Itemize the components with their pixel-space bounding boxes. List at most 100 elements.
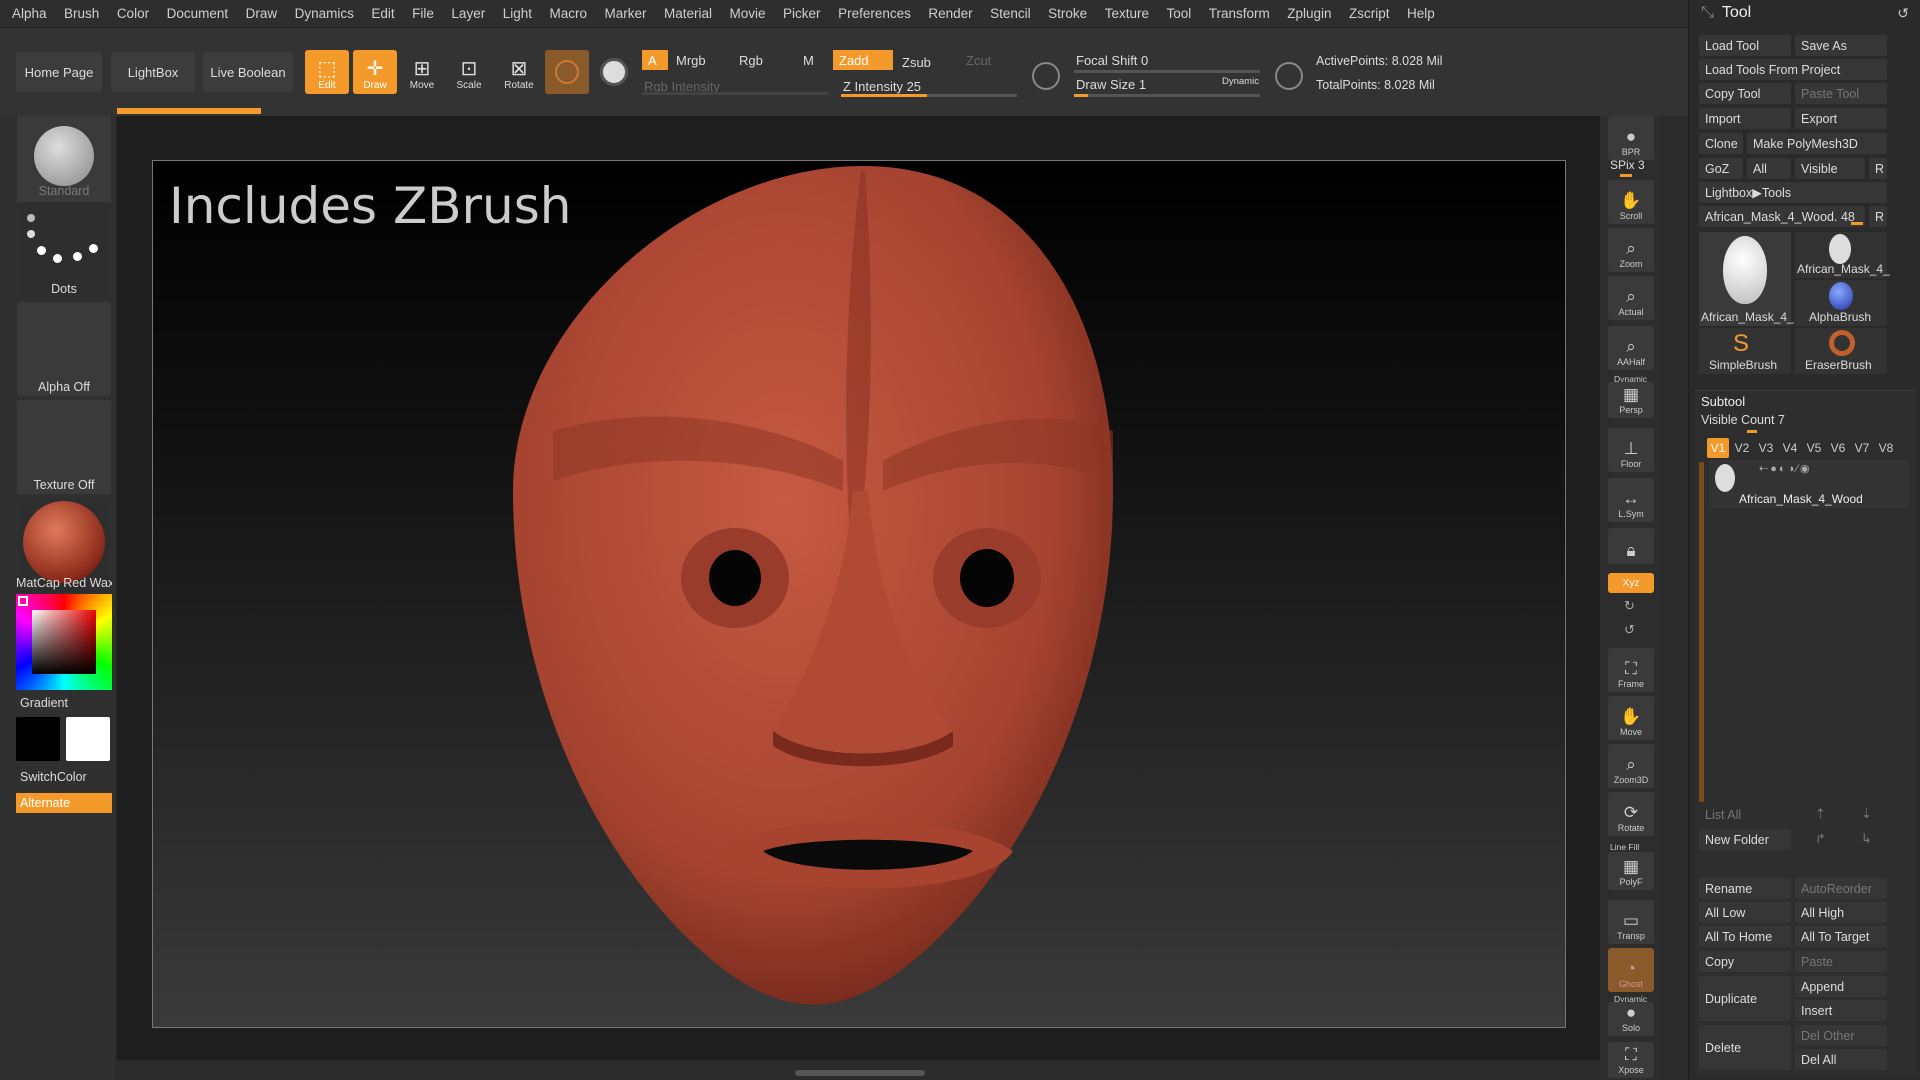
actual-button[interactable]: ⌕ Actual bbox=[1608, 276, 1654, 320]
spix-slider[interactable]: SPix 3 bbox=[1610, 158, 1645, 172]
document-canvas[interactable]: Includes ZBrush bbox=[152, 160, 1566, 1028]
menu-item[interactable]: Render bbox=[928, 6, 972, 21]
menu-item[interactable]: Zscript bbox=[1349, 6, 1390, 21]
rename-button[interactable]: Rename bbox=[1699, 878, 1791, 899]
save-as-button[interactable]: Save As bbox=[1795, 35, 1887, 56]
copy-tool-button[interactable]: Copy Tool bbox=[1699, 83, 1791, 104]
new-folder-button[interactable]: New Folder bbox=[1699, 829, 1791, 850]
duplicate-button[interactable]: Duplicate bbox=[1699, 976, 1791, 1021]
visibility-tab-v2[interactable]: V2 bbox=[1731, 438, 1753, 458]
paste-tool-button[interactable]: Paste Tool bbox=[1795, 83, 1887, 104]
menu-item[interactable]: Zplugin bbox=[1287, 6, 1331, 21]
subtool-scrollbar[interactable] bbox=[1699, 462, 1704, 802]
menu-item[interactable]: Draw bbox=[246, 6, 278, 21]
menu-item[interactable]: Texture bbox=[1105, 6, 1149, 21]
menu-item[interactable]: Marker bbox=[605, 6, 647, 21]
zoom3d-button[interactable]: ⌕ Zoom3D bbox=[1608, 744, 1654, 788]
home-page-button[interactable]: Home Page bbox=[16, 52, 102, 92]
menu-item[interactable]: Alpha bbox=[12, 6, 47, 21]
menu-item[interactable]: File bbox=[412, 6, 434, 21]
material-swatch-button[interactable] bbox=[545, 50, 589, 94]
frame-button[interactable]: ⛶ Frame bbox=[1608, 648, 1654, 692]
current-tool-r-button[interactable]: R bbox=[1869, 206, 1887, 227]
draw-button[interactable]: ✛ Draw bbox=[353, 50, 397, 94]
menu-item[interactable]: Color bbox=[117, 6, 149, 21]
subtool-toggle-icons[interactable]: ⇠●◐◑⁄◉ bbox=[1759, 462, 1812, 475]
visibility-tab-v7[interactable]: V7 bbox=[1851, 438, 1873, 458]
z-intensity-slider[interactable]: Z Intensity 25 bbox=[837, 76, 1017, 96]
menu-item[interactable]: Brush bbox=[64, 6, 99, 21]
lightbox-tools-button[interactable]: Lightbox▶Tools bbox=[1699, 182, 1887, 203]
append-button[interactable]: Append bbox=[1795, 976, 1887, 997]
scroll-button[interactable]: ✋ Scroll bbox=[1608, 180, 1654, 224]
live-boolean-button[interactable]: Live Boolean bbox=[203, 52, 293, 92]
lightbox-button[interactable]: LightBox bbox=[111, 52, 195, 92]
rotate-button[interactable]: ⊠ Rotate bbox=[497, 50, 541, 94]
all-to-target-button[interactable]: All To Target bbox=[1795, 926, 1887, 947]
clone-button[interactable]: Clone bbox=[1699, 133, 1743, 154]
move-up-icon[interactable]: ⇡ bbox=[1815, 806, 1826, 822]
alternate-button[interactable]: Alternate bbox=[16, 793, 112, 813]
load-tool-button[interactable]: Load Tool bbox=[1699, 35, 1791, 56]
stroke-s-icon[interactable] bbox=[1032, 62, 1060, 90]
paste-subtool-button[interactable]: Paste bbox=[1795, 951, 1887, 972]
all-low-button[interactable]: All Low bbox=[1699, 902, 1791, 923]
menu-item[interactable]: Movie bbox=[730, 6, 766, 21]
menu-item[interactable]: Tool bbox=[1166, 6, 1191, 21]
autoreorder-button[interactable]: AutoReorder bbox=[1795, 878, 1887, 899]
zsub-toggle[interactable]: Zsub bbox=[896, 52, 956, 72]
rotate-z-icon[interactable]: ↺ bbox=[1624, 622, 1635, 638]
zadd-toggle[interactable]: Zadd bbox=[833, 50, 893, 70]
tool-thumb-eraserbrush[interactable]: EraserBrush bbox=[1795, 328, 1887, 374]
subtool-item-active[interactable]: ⇠●◐◑⁄◉ African_Mask_4_Wood bbox=[1709, 460, 1909, 508]
menu-item[interactable]: Help bbox=[1407, 6, 1435, 21]
sphere-icon[interactable] bbox=[600, 58, 628, 86]
menu-item[interactable]: Picker bbox=[783, 6, 821, 21]
goz-button[interactable]: GoZ bbox=[1699, 158, 1743, 179]
rotate-y-icon[interactable]: ↻ bbox=[1624, 598, 1635, 614]
del-all-button[interactable]: Del All bbox=[1795, 1049, 1887, 1070]
floor-button[interactable]: ⊥ Floor bbox=[1608, 428, 1654, 472]
move-folder-up-icon[interactable]: ↱ bbox=[1815, 831, 1826, 847]
goz-visible-button[interactable]: Visible bbox=[1795, 158, 1865, 179]
visibility-tab-v1[interactable]: V1 bbox=[1707, 438, 1729, 458]
visibility-tab-v5[interactable]: V5 bbox=[1803, 438, 1825, 458]
xpose-button[interactable]: ⛶ Xpose bbox=[1608, 1042, 1654, 1078]
canvas-scrollbar[interactable] bbox=[795, 1070, 925, 1076]
reset-icon[interactable]: ↺ bbox=[1897, 5, 1909, 22]
menu-item[interactable]: Macro bbox=[549, 6, 587, 21]
move-folder-down-icon[interactable]: ↳ bbox=[1861, 831, 1872, 847]
goz-all-button[interactable]: All bbox=[1747, 158, 1791, 179]
import-button[interactable]: Import bbox=[1699, 108, 1791, 129]
menu-item[interactable]: Stroke bbox=[1048, 6, 1087, 21]
secondary-color-swatch[interactable] bbox=[66, 717, 110, 761]
copy-subtool-button[interactable]: Copy bbox=[1699, 951, 1791, 972]
transp-button[interactable]: ▭ Transp bbox=[1608, 900, 1654, 944]
menu-item[interactable]: Transform bbox=[1209, 6, 1270, 21]
m-toggle[interactable]: M bbox=[797, 50, 827, 70]
scale-button[interactable]: ⊡ Scale bbox=[447, 50, 491, 94]
a-toggle[interactable]: A bbox=[642, 50, 668, 70]
visibility-tab-v8[interactable]: V8 bbox=[1875, 438, 1897, 458]
tool-thumb-simplebrush[interactable]: S SimpleBrush bbox=[1699, 328, 1791, 374]
aahalf-button[interactable]: ⌕ AAHalf bbox=[1608, 326, 1654, 370]
goz-r-button[interactable]: R bbox=[1869, 158, 1887, 179]
rgb-toggle[interactable]: Rgb bbox=[733, 50, 793, 70]
gradient-label[interactable]: Gradient bbox=[20, 696, 68, 710]
tool-thumb-alphabrush[interactable]: AlphaBrush bbox=[1795, 280, 1887, 326]
menu-item[interactable]: Material bbox=[664, 6, 712, 21]
menu-item[interactable]: Layer bbox=[451, 6, 485, 21]
make-polymesh-button[interactable]: Make PolyMesh3D bbox=[1747, 133, 1887, 154]
tool-thumb-mask[interactable]: African_Mask_4_ bbox=[1795, 232, 1890, 278]
color-square[interactable] bbox=[32, 610, 96, 674]
lsym-button[interactable]: ↔ L.Sym bbox=[1608, 478, 1654, 522]
menu-item[interactable]: Edit bbox=[371, 6, 394, 21]
zcut-toggle[interactable]: Zcut bbox=[960, 50, 1010, 70]
visible-count-slider[interactable]: Visible Count 7 bbox=[1701, 413, 1785, 427]
visibility-tab-v3[interactable]: V3 bbox=[1755, 438, 1777, 458]
load-tools-from-project-button[interactable]: Load Tools From Project bbox=[1699, 59, 1887, 80]
focal-shift-slider[interactable]: Focal Shift 0 bbox=[1070, 50, 1260, 70]
pin-icon[interactable]: ⤡ bbox=[1701, 4, 1714, 22]
del-other-button[interactable]: Del Other bbox=[1795, 1025, 1887, 1046]
edit-button[interactable]: ⬚ Edit bbox=[305, 50, 349, 94]
